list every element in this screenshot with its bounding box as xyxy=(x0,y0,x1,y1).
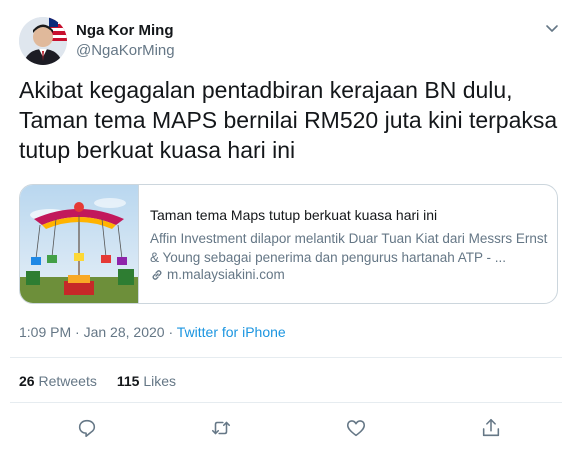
avatar-image xyxy=(19,17,67,65)
heart-icon[interactable] xyxy=(345,417,367,439)
tweet-source-link[interactable]: Twitter for iPhone xyxy=(177,324,286,340)
card-domain-text: m.malaysiakini.com xyxy=(167,267,285,282)
tweet-date[interactable]: Jan 28, 2020 xyxy=(84,324,165,340)
tweet-text: Akibat kegagalan pentadbiran kerajaan BN… xyxy=(19,77,558,163)
likes-label: Likes xyxy=(143,373,176,389)
likes-count: 115 xyxy=(116,373,140,389)
card-thumbnail xyxy=(20,185,139,303)
link-preview-card[interactable]: Taman tema Maps tutup berkuat kuasa hari… xyxy=(19,184,558,304)
author-handle[interactable]: @NgaKorMing xyxy=(76,42,175,59)
share-icon[interactable] xyxy=(480,417,502,439)
reply-icon[interactable] xyxy=(76,417,98,439)
retweets-label: Retweets xyxy=(38,373,97,389)
card-title[interactable]: Taman tema Maps tutup berkuat kuasa hari… xyxy=(150,207,437,223)
likes-stat[interactable]: 115 Likes xyxy=(117,373,176,389)
retweets-count: 26 xyxy=(19,373,35,389)
retweets-stat[interactable]: 26 Retweets xyxy=(19,373,97,389)
tweet-meta: 1:09 PM · Jan 28, 2020 · Twitter for iPh… xyxy=(19,324,286,340)
divider xyxy=(10,357,562,358)
divider xyxy=(10,402,562,403)
tweet-stats: 26 Retweets 115 Likes xyxy=(19,373,176,389)
link-icon xyxy=(152,269,162,280)
meta-separator: · xyxy=(71,324,84,340)
retweet-icon[interactable] xyxy=(210,417,232,439)
author-name[interactable]: Nga Kor Ming xyxy=(76,22,174,39)
card-domain[interactable]: m.malaysiakini.com xyxy=(150,267,285,282)
meta-separator-2: · xyxy=(164,324,177,340)
tweet-time[interactable]: 1:09 PM xyxy=(19,324,71,340)
chevron-down-icon[interactable] xyxy=(543,20,561,38)
avatar[interactable] xyxy=(19,17,67,65)
card-description: Affin Investment dilapor melantik Duar T… xyxy=(150,231,548,265)
